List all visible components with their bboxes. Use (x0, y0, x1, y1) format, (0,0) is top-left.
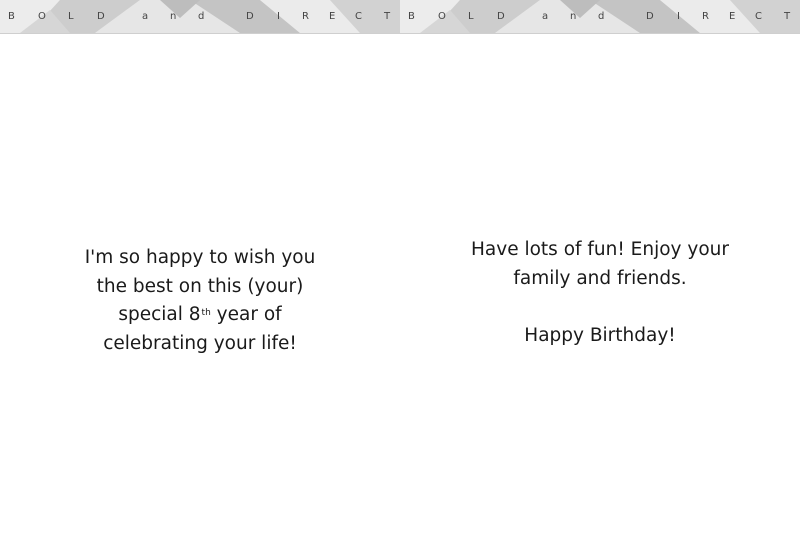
banner-letter: a (542, 11, 549, 22)
banner-letter: O (38, 11, 46, 22)
banner-text-right: B O L D a n d D I R E C T (400, 10, 800, 24)
banner-letter: a (142, 11, 149, 22)
message-line: family and friends. (513, 267, 687, 289)
banner-letter: I (677, 11, 680, 22)
message-text: year of (210, 304, 282, 325)
greeting-line: Happy Birthday! (524, 324, 676, 346)
message-line: I'm so happy to wish you (84, 247, 316, 268)
message-line-with-ordinal: special 8th year of (0, 301, 400, 330)
banner-letter: L (68, 11, 74, 22)
banner-letter: L (468, 11, 474, 22)
right-message: Have lots of fun! Enjoy your family and … (400, 236, 800, 350)
banner-letter: n (570, 11, 577, 22)
banner-letter: B (408, 11, 415, 22)
banner-text-left: B O L D a n d D I R E C T (0, 10, 400, 24)
banner-letter: E (329, 11, 336, 22)
banner-letter: d (198, 11, 205, 22)
message-line: Have lots of fun! Enjoy your (471, 239, 729, 260)
card-spread: B O L D a n d D I R E C T B O L D a n d … (0, 0, 800, 560)
message-text: special 8 (118, 304, 201, 325)
banner-letter: T (384, 11, 391, 22)
banner-letter: E (729, 11, 736, 22)
banner-letter: O (438, 11, 446, 22)
banner-letter: C (355, 11, 362, 22)
banner-letter: B (8, 11, 15, 22)
banner-letter: D (646, 11, 654, 22)
header-banner-right: B O L D a n d D I R E C T (400, 0, 800, 34)
banner-letter: R (302, 11, 309, 22)
banner-letter: D (497, 11, 505, 22)
banner-letter: d (598, 11, 605, 22)
message-line: the best on this (your) (96, 275, 304, 297)
message-line: celebrating your life! (103, 332, 297, 354)
banner-letter: D (97, 11, 105, 22)
left-message: I'm so happy to wish you the best on thi… (0, 244, 400, 358)
banner-letter: T (784, 11, 791, 22)
header-banner-left: B O L D a n d D I R E C T (0, 0, 400, 34)
ordinal-suffix: th (201, 308, 211, 318)
banner-letter: C (755, 11, 762, 22)
banner-letter: I (277, 11, 280, 22)
banner-letter: D (246, 11, 254, 22)
banner-letter: n (170, 11, 177, 22)
banner-letter: R (702, 11, 709, 22)
